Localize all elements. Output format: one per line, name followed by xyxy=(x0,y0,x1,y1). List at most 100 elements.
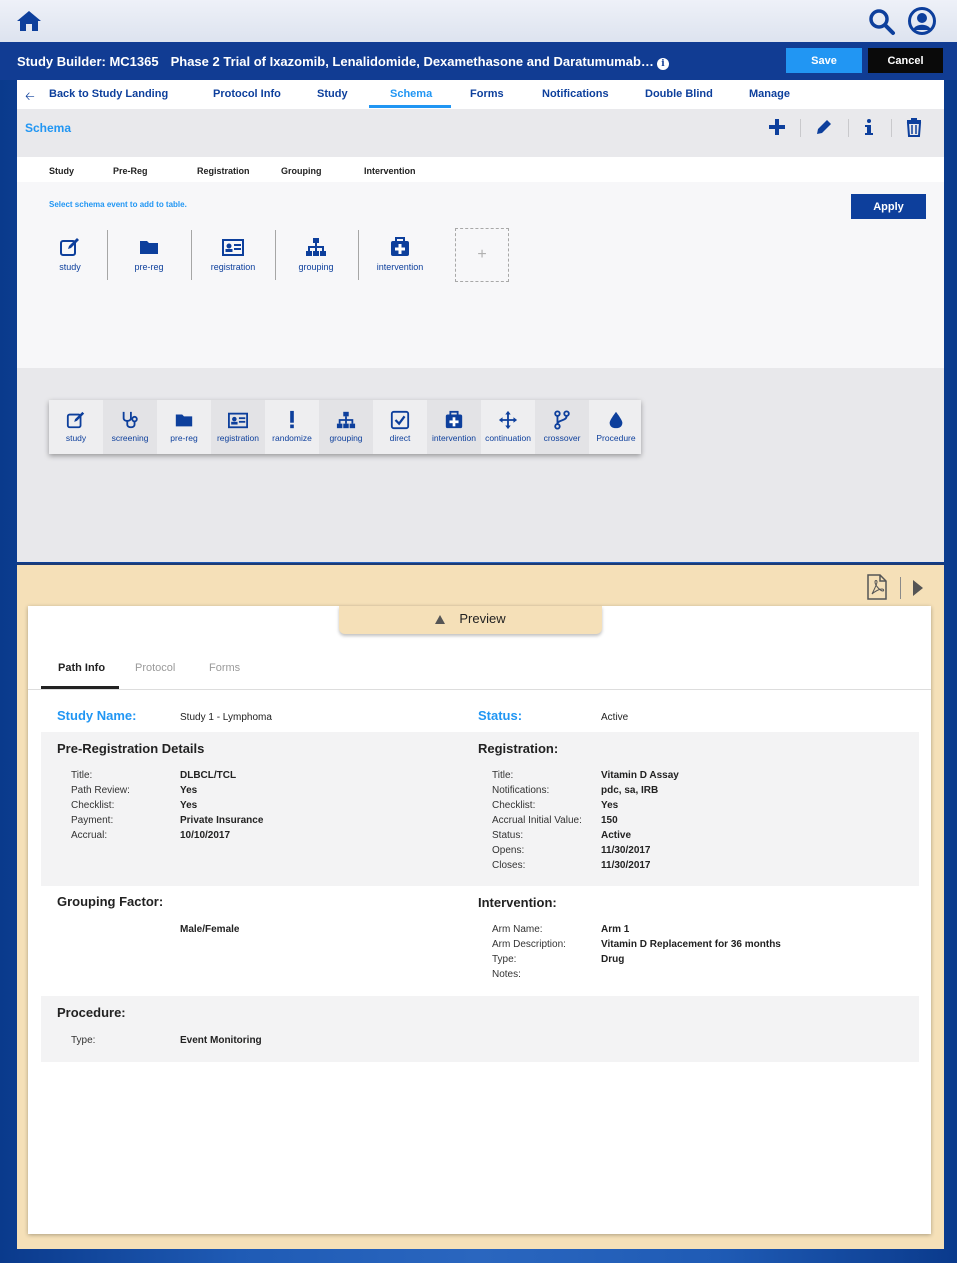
palette-item-crossover[interactable]: crossover xyxy=(535,400,589,454)
intervention-key: Arm Description: xyxy=(492,939,566,950)
tab-schema[interactable]: Schema xyxy=(390,88,432,100)
tab-double-blind[interactable]: Double Blind xyxy=(645,88,713,100)
palette-item-pre-reg[interactable]: pre-reg xyxy=(157,400,211,454)
cancel-button[interactable]: Cancel xyxy=(868,48,943,73)
palette-label: randomize xyxy=(272,433,312,443)
palette-item-grouping[interactable]: grouping xyxy=(319,400,373,454)
palette-label: crossover xyxy=(543,433,581,443)
palette-item-study[interactable]: study xyxy=(49,400,103,454)
chain-label: study xyxy=(59,262,81,272)
checkbox-icon xyxy=(390,410,410,430)
prereg-heading: Pre-Registration Details xyxy=(57,741,205,756)
home-icon[interactable] xyxy=(16,9,42,33)
back-arrow-icon[interactable]: 🡠 xyxy=(25,87,35,108)
trash-icon[interactable] xyxy=(904,117,924,137)
chain-item-pre-reg[interactable]: pre-reg xyxy=(114,234,184,282)
study-name-label: Study Name: xyxy=(57,708,137,723)
registration-key: Accrual Initial Value: xyxy=(492,815,582,826)
palette-item-continuation[interactable]: continuation xyxy=(481,400,535,454)
tab-preview-forms[interactable]: Forms xyxy=(209,662,240,674)
tab-manage[interactable]: Manage xyxy=(749,88,790,100)
chain-item-grouping[interactable]: grouping xyxy=(281,234,351,282)
study-summary-row: Study Name: Study 1 - Lymphoma Status: A… xyxy=(41,700,919,732)
palette-label: screening xyxy=(111,433,149,443)
prereg-key: Checklist: xyxy=(71,800,115,811)
toolbar-divider xyxy=(848,119,849,137)
apply-button[interactable]: Apply xyxy=(851,194,926,219)
chain-divider xyxy=(275,230,276,280)
tab-forms[interactable]: Forms xyxy=(470,88,504,100)
palette-item-screening[interactable]: screening xyxy=(103,400,157,454)
prereg-value: Yes xyxy=(180,785,198,796)
tab-path-info[interactable]: Path Info xyxy=(58,662,105,674)
registration-value: 150 xyxy=(601,815,618,826)
registration-value: Yes xyxy=(601,800,619,811)
event-palette: study screening pre-reg registration ran… xyxy=(49,400,641,454)
chain-item-study[interactable]: study xyxy=(35,234,105,282)
user-icon[interactable] xyxy=(907,6,937,36)
registration-heading: Registration: xyxy=(478,741,559,756)
pencil-icon[interactable] xyxy=(814,117,834,137)
palette-item-registration[interactable]: registration xyxy=(211,400,265,454)
registration-key: Title: xyxy=(492,770,514,781)
preview-toggle[interactable]: Preview xyxy=(339,606,602,634)
registration-key: Opens: xyxy=(492,845,525,856)
registration-key: Status: xyxy=(492,830,524,841)
intervention-value: Arm 1 xyxy=(601,924,630,935)
palette-item-randomize[interactable]: randomize xyxy=(265,400,319,454)
tab-notifications[interactable]: Notifications xyxy=(542,88,609,100)
prereg-key: Payment: xyxy=(71,815,114,826)
procedure-section: Procedure: Type: Event Monitoring xyxy=(41,996,919,1062)
palette-item-direct[interactable]: direct xyxy=(373,400,427,454)
palette-item-procedure[interactable]: Procedure xyxy=(589,400,643,454)
palette-item-intervention[interactable]: intervention xyxy=(427,400,481,454)
prereg-key: Path Review: xyxy=(71,785,130,796)
intervention-key: Type: xyxy=(492,954,517,965)
tab-protocol-info[interactable]: Protocol Info xyxy=(213,88,281,100)
palette-label: continuation xyxy=(485,433,531,443)
palette-label: Procedure xyxy=(596,433,636,443)
study-name-text: Phase 2 Trial of Ixazomib, Lenalidomide,… xyxy=(170,54,654,69)
tab-study[interactable]: Study xyxy=(317,88,348,100)
save-button[interactable]: Save xyxy=(786,48,862,73)
drop-icon xyxy=(609,411,623,429)
chain-item-intervention[interactable]: intervention xyxy=(365,234,435,282)
pdf-icon[interactable] xyxy=(867,574,887,600)
preview-panel: Path Info Protocol Forms Study Name: Stu… xyxy=(28,606,931,1234)
folder-icon xyxy=(175,414,193,427)
schema-hint: Select schema event to add to table. xyxy=(49,200,187,209)
grouping-intervention-section: Grouping Factor: Male/Female Interventio… xyxy=(41,886,919,996)
intervention-key: Arm Name: xyxy=(492,924,543,935)
palette-label: pre-reg xyxy=(170,433,198,443)
move-arrows-icon xyxy=(498,410,518,430)
procedure-heading: Procedure: xyxy=(57,1005,126,1020)
prereg-value: Private Insurance xyxy=(180,815,264,826)
intervention-heading: Intervention: xyxy=(478,895,557,910)
tab-protocol[interactable]: Protocol xyxy=(135,662,175,674)
add-event-slot[interactable]: + xyxy=(455,228,509,282)
status-label: Status: xyxy=(478,708,523,723)
play-icon[interactable] xyxy=(913,580,923,596)
registration-value: pdc, sa, IRB xyxy=(601,785,659,796)
edit-icon xyxy=(66,411,85,429)
registration-key: Notifications: xyxy=(492,785,550,796)
info-icon[interactable] xyxy=(859,117,879,137)
column-header: Registration xyxy=(197,166,250,176)
registration-value: 11/30/2017 xyxy=(601,860,651,871)
intervention-value: Vitamin D Replacement for 36 months xyxy=(601,939,781,950)
info-icon[interactable]: i xyxy=(656,58,669,70)
palette-label: grouping xyxy=(329,433,363,443)
procedure-key: Type: xyxy=(71,1035,96,1046)
back-to-study-landing-link[interactable]: Back to Study Landing xyxy=(49,88,168,100)
search-icon[interactable] xyxy=(868,8,896,36)
prereg-value: Yes xyxy=(180,800,198,811)
schema-columns: Study Pre-Reg Registration Grouping Inte… xyxy=(17,157,944,182)
hierarchy-icon xyxy=(306,238,326,256)
study-name-value: Study 1 - Lymphoma xyxy=(180,712,272,723)
plus-icon[interactable] xyxy=(767,117,787,137)
preview-toolbar xyxy=(17,563,944,608)
toolbar-divider xyxy=(891,119,892,137)
schema-builder-panel: 🡠 Back to Study Landing Protocol Info St… xyxy=(17,80,944,562)
chain-item-registration[interactable]: registration xyxy=(198,234,268,282)
tab-divider xyxy=(28,689,931,690)
